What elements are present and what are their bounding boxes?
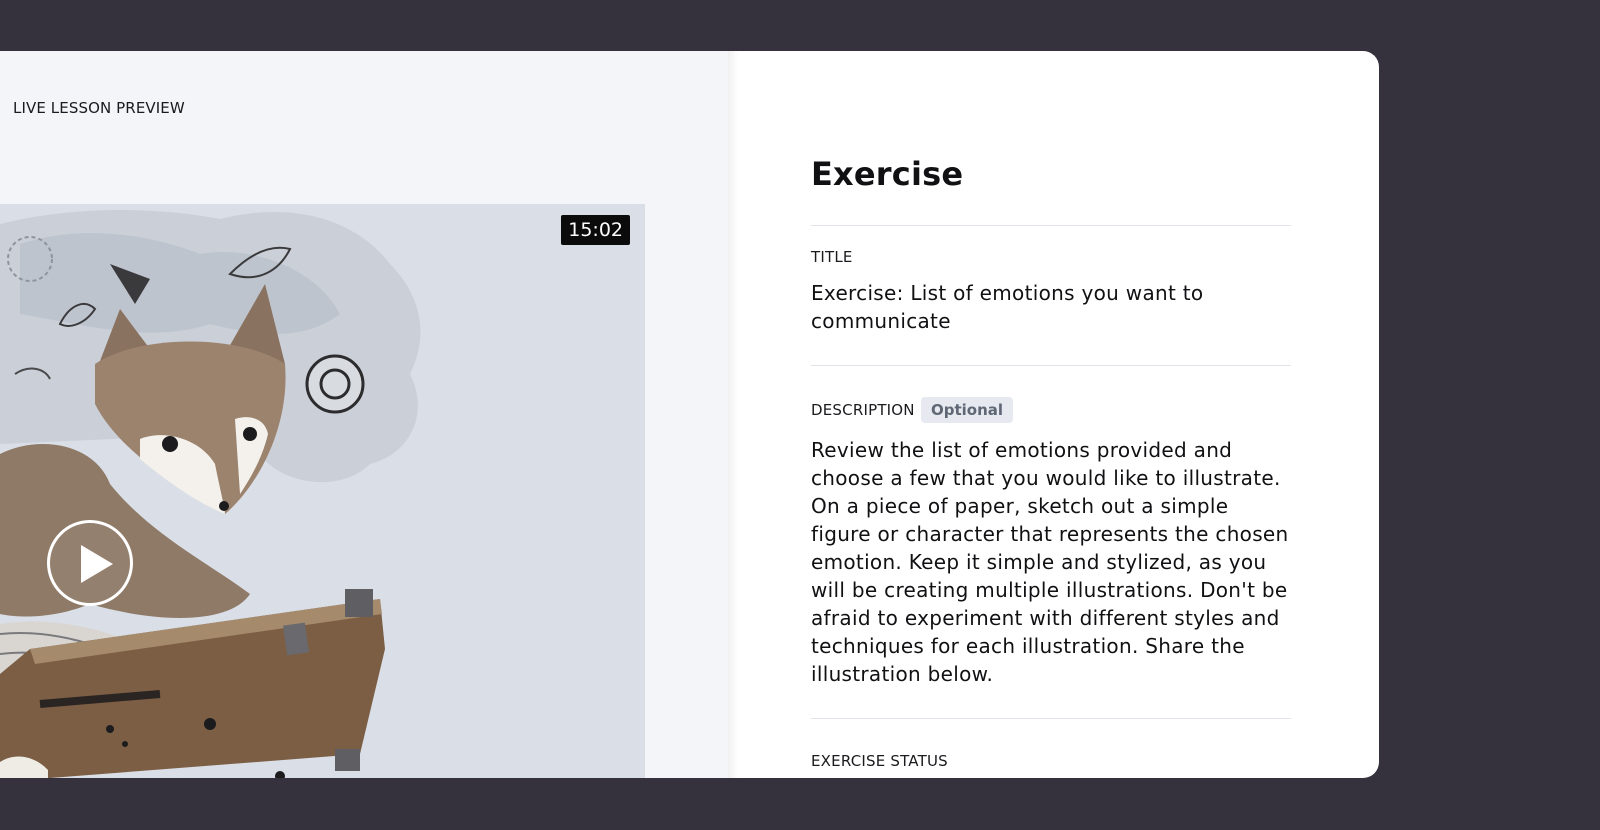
preview-label: LIVE LESSON PREVIEW [13, 99, 185, 117]
divider [811, 225, 1291, 226]
title-label: TITLE [811, 248, 853, 266]
pane-divider [728, 51, 738, 778]
video-player[interactable]: 15:02 [0, 204, 645, 778]
preview-pane: LIVE LESSON PREVIEW 15:02 [0, 51, 728, 778]
title-field[interactable]: Exercise: List of emotions you want to c… [811, 279, 1291, 335]
play-icon[interactable] [47, 520, 133, 606]
page-title: Exercise [811, 155, 964, 193]
divider [811, 718, 1291, 719]
description-label: DESCRIPTION [811, 401, 915, 419]
status-label: EXERCISE STATUS [811, 752, 948, 770]
lesson-card: LIVE LESSON PREVIEW 15:02 Exercise TITLE… [0, 51, 1379, 778]
video-thumbnail [0, 209, 421, 778]
video-duration: 15:02 [561, 215, 630, 245]
optional-badge: Optional [921, 397, 1014, 423]
divider [811, 365, 1291, 366]
description-field[interactable]: Review the list of emotions provided and… [811, 436, 1291, 688]
